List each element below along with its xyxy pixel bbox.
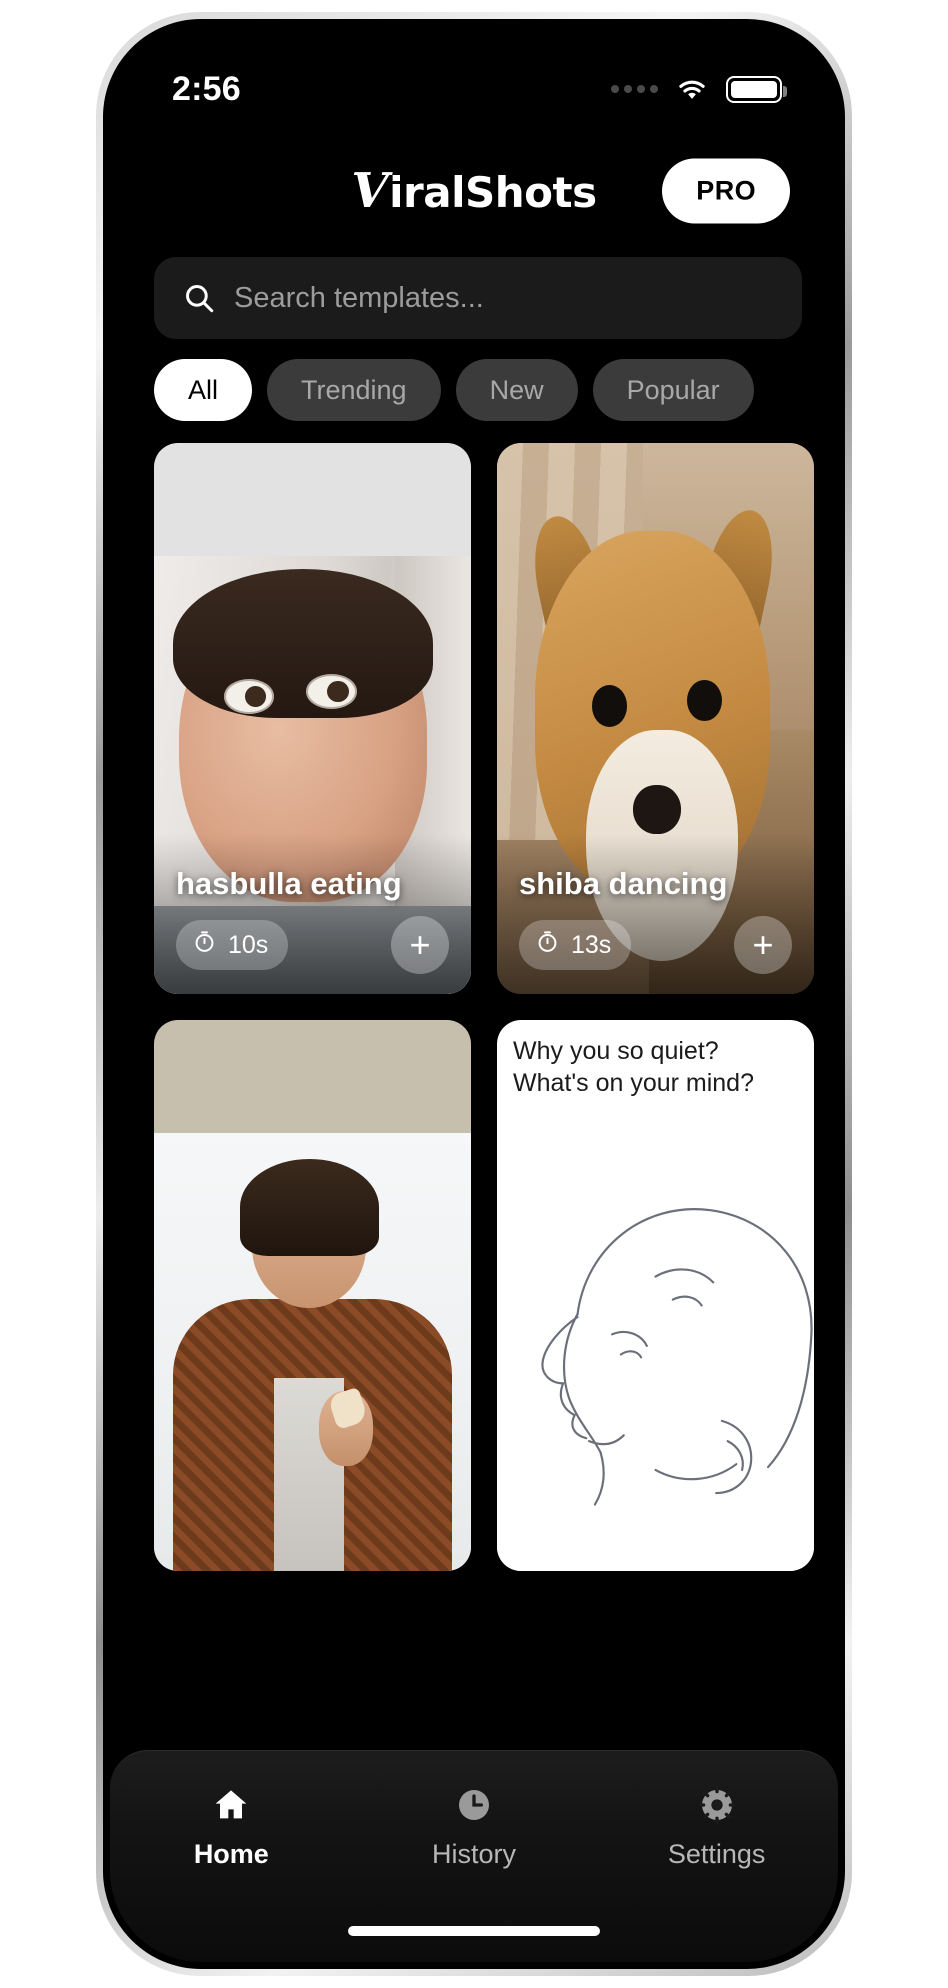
logo-text: iralShots xyxy=(389,168,597,217)
template-card-pedro[interactable] xyxy=(154,1020,471,1571)
template-caption: Why you so quiet? What's on your mind? xyxy=(513,1037,754,1097)
template-duration-pill: 10s xyxy=(176,920,289,970)
template-duration-pill: 13s xyxy=(519,920,632,970)
phone-bezel: 2:56 ViralShots PRO Search templates... … xyxy=(103,19,845,1969)
template-thumbnail: Why you so quiet? What's on your mind? xyxy=(497,1020,814,1571)
template-thumbnail xyxy=(154,443,471,994)
tab-history[interactable]: History xyxy=(354,1785,594,1870)
search-bar[interactable] xyxy=(154,257,802,339)
status-time: 2:56 xyxy=(172,69,241,108)
pro-button[interactable]: PRO xyxy=(662,158,790,224)
template-card-hasbulla[interactable]: hasbulla eating 10s + xyxy=(154,443,471,994)
template-duration-text: 13s xyxy=(571,930,612,959)
add-template-button[interactable]: + xyxy=(734,916,792,974)
wifi-icon xyxy=(674,75,710,103)
add-template-button[interactable]: + xyxy=(391,916,449,974)
app-logo: ViralShots xyxy=(351,163,597,219)
gear-icon xyxy=(697,1785,737,1825)
logo-v-glyph: V xyxy=(351,163,389,219)
tab-settings[interactable]: Settings xyxy=(597,1785,837,1870)
template-duration-text: 10s xyxy=(228,930,269,959)
status-bar: 2:56 xyxy=(110,26,838,138)
stopwatch-icon xyxy=(192,929,217,961)
search-icon xyxy=(182,281,216,315)
template-thumbnail xyxy=(497,443,814,994)
home-icon xyxy=(211,1785,251,1825)
tab-settings-label: Settings xyxy=(667,1839,766,1869)
template-card-quiet[interactable]: Why you so quiet? What's on your mind? xyxy=(497,1020,814,1571)
phone-screen: 2:56 ViralShots PRO Search templates... … xyxy=(110,26,838,1962)
template-grid: hasbulla eating 10s + shiba dancing 13s … xyxy=(154,443,814,1571)
template-card-shiba[interactable]: shiba dancing 13s + xyxy=(497,443,814,994)
tab-history-label: History xyxy=(431,1839,516,1869)
phone-body: 2:56 ViralShots PRO Search templates... … xyxy=(96,12,852,1976)
filter-chip-popular[interactable]: Popular xyxy=(592,359,754,421)
signal-dots-icon xyxy=(611,85,658,93)
device-frame: 2:56 ViralShots PRO Search templates... … xyxy=(0,0,948,1988)
template-thumbnail xyxy=(154,1020,471,1571)
tab-home-label: Home xyxy=(193,1839,269,1869)
clock-icon xyxy=(454,1785,494,1825)
filter-chip-row: All Trending New Popular xyxy=(154,359,814,421)
filter-chip-all[interactable]: All xyxy=(154,359,253,421)
home-indicator[interactable] xyxy=(348,1926,600,1936)
battery-icon xyxy=(726,75,787,103)
template-grid-scroll[interactable]: hasbulla eating 10s + shiba dancing 13s … xyxy=(154,443,814,1962)
app-header: ViralShots PRO xyxy=(110,148,838,234)
filter-chip-new[interactable]: New xyxy=(455,359,578,421)
sketch-illustration xyxy=(497,1138,814,1571)
status-indicators xyxy=(611,75,787,103)
tab-home[interactable]: Home xyxy=(111,1785,351,1870)
filter-chip-trending[interactable]: Trending xyxy=(267,359,441,421)
stopwatch-icon xyxy=(535,929,560,961)
search-input[interactable] xyxy=(234,281,774,315)
